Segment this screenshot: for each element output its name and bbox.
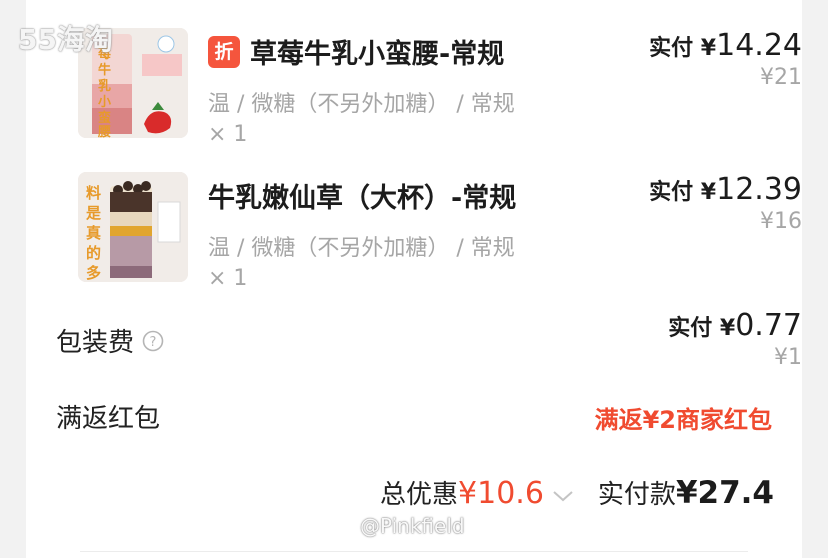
product-thumbnail: 料是真的多: [78, 172, 188, 282]
svg-text:牛: 牛: [98, 62, 111, 78]
discount-tag-badge: 折: [208, 35, 240, 68]
paid-label: 实付 ¥: [668, 316, 736, 341]
price-box: 实付 ¥14.24 ¥21: [649, 28, 802, 90]
total-discount-label: 总优惠: [380, 480, 459, 510]
svg-text:蛮: 蛮: [98, 110, 111, 126]
svg-text:腰: 腰: [97, 125, 111, 138]
product-spec: 温 / 微糖（不另外加糖） / 常规: [208, 236, 515, 261]
paid-label: 实付 ¥: [649, 36, 717, 61]
total-paid-value: ¥27.4: [675, 475, 774, 511]
original-price: ¥1: [774, 345, 802, 370]
total-discount-value[interactable]: ¥10.6: [458, 476, 544, 511]
product-name: 折 草莓牛乳小蛮腰-常规: [208, 32, 504, 71]
price-box: 实付 ¥12.39 ¥16: [649, 172, 802, 234]
packing-fee-row: 包装费 ? 实付 ¥0.77 ¥1: [56, 308, 802, 378]
total-paid-label: 实付款: [597, 480, 676, 510]
divider: [80, 551, 748, 552]
product-name-text: 草莓牛乳小蛮腰-常规: [250, 39, 505, 70]
red-packet-value: 满返¥2商家红包: [594, 406, 772, 434]
svg-text:料: 料: [86, 184, 101, 202]
product-name: 牛乳嫩仙草（大杯）-常规: [208, 176, 516, 215]
original-price: ¥21: [760, 65, 802, 90]
paid-price: 实付 ¥0.77: [668, 308, 802, 343]
packing-fee-price-box: 实付 ¥0.77 ¥1: [668, 308, 802, 370]
svg-text:小: 小: [98, 95, 111, 110]
svg-text:的: 的: [86, 244, 101, 262]
red-packet-row: 满返红包 满返¥2商家红包: [56, 396, 772, 436]
red-packet-label: 满返红包: [56, 404, 161, 434]
paid-price: 实付 ¥14.24: [649, 28, 802, 63]
product-quantity: × 1: [208, 266, 248, 291]
paid-price: 实付 ¥12.39: [649, 172, 802, 207]
product-quantity: × 1: [208, 122, 248, 147]
order-item[interactable]: 莓牛乳小蛮腰 折 草莓牛乳小蛮腰-常规 温 / 微糖（不另外加糖） / 常规 ×…: [78, 28, 802, 147]
product-name-text: 牛乳嫩仙草（大杯）-常规: [208, 183, 517, 214]
order-total-row: 总优惠 ¥10.6 实付款 ¥27.4: [380, 474, 774, 511]
question-mark-icon[interactable]: ?: [142, 330, 164, 352]
grass-jelly-milk-drink-image: 料是真的多: [78, 172, 188, 282]
paid-label: 实付 ¥: [649, 180, 717, 205]
watermark-username: @Pinkfield: [360, 514, 465, 538]
svg-text:真: 真: [86, 224, 101, 242]
svg-text:是: 是: [85, 204, 102, 222]
svg-text:?: ?: [150, 335, 157, 350]
paid-value: 0.77: [735, 308, 802, 343]
order-detail-card: 莓牛乳小蛮腰 折 草莓牛乳小蛮腰-常规 温 / 微糖（不另外加糖） / 常规 ×…: [26, 0, 802, 558]
packing-fee-label: 包装费 ?: [56, 322, 164, 359]
paid-value: 12.39: [716, 172, 802, 207]
packing-fee-label-text: 包装费: [56, 328, 135, 358]
svg-text:多: 多: [86, 264, 101, 282]
product-spec: 温 / 微糖（不另外加糖） / 常规: [208, 92, 515, 117]
svg-text:乳: 乳: [98, 78, 111, 94]
chevron-down-icon[interactable]: [552, 489, 574, 503]
original-price: ¥16: [760, 209, 802, 234]
paid-value: 14.24: [716, 28, 802, 63]
order-item[interactable]: 料是真的多 牛乳嫩仙草（大杯）-常规 温 / 微糖（不另外加糖） / 常规 × …: [78, 172, 802, 291]
watermark-logo: 55海淘: [18, 23, 113, 56]
